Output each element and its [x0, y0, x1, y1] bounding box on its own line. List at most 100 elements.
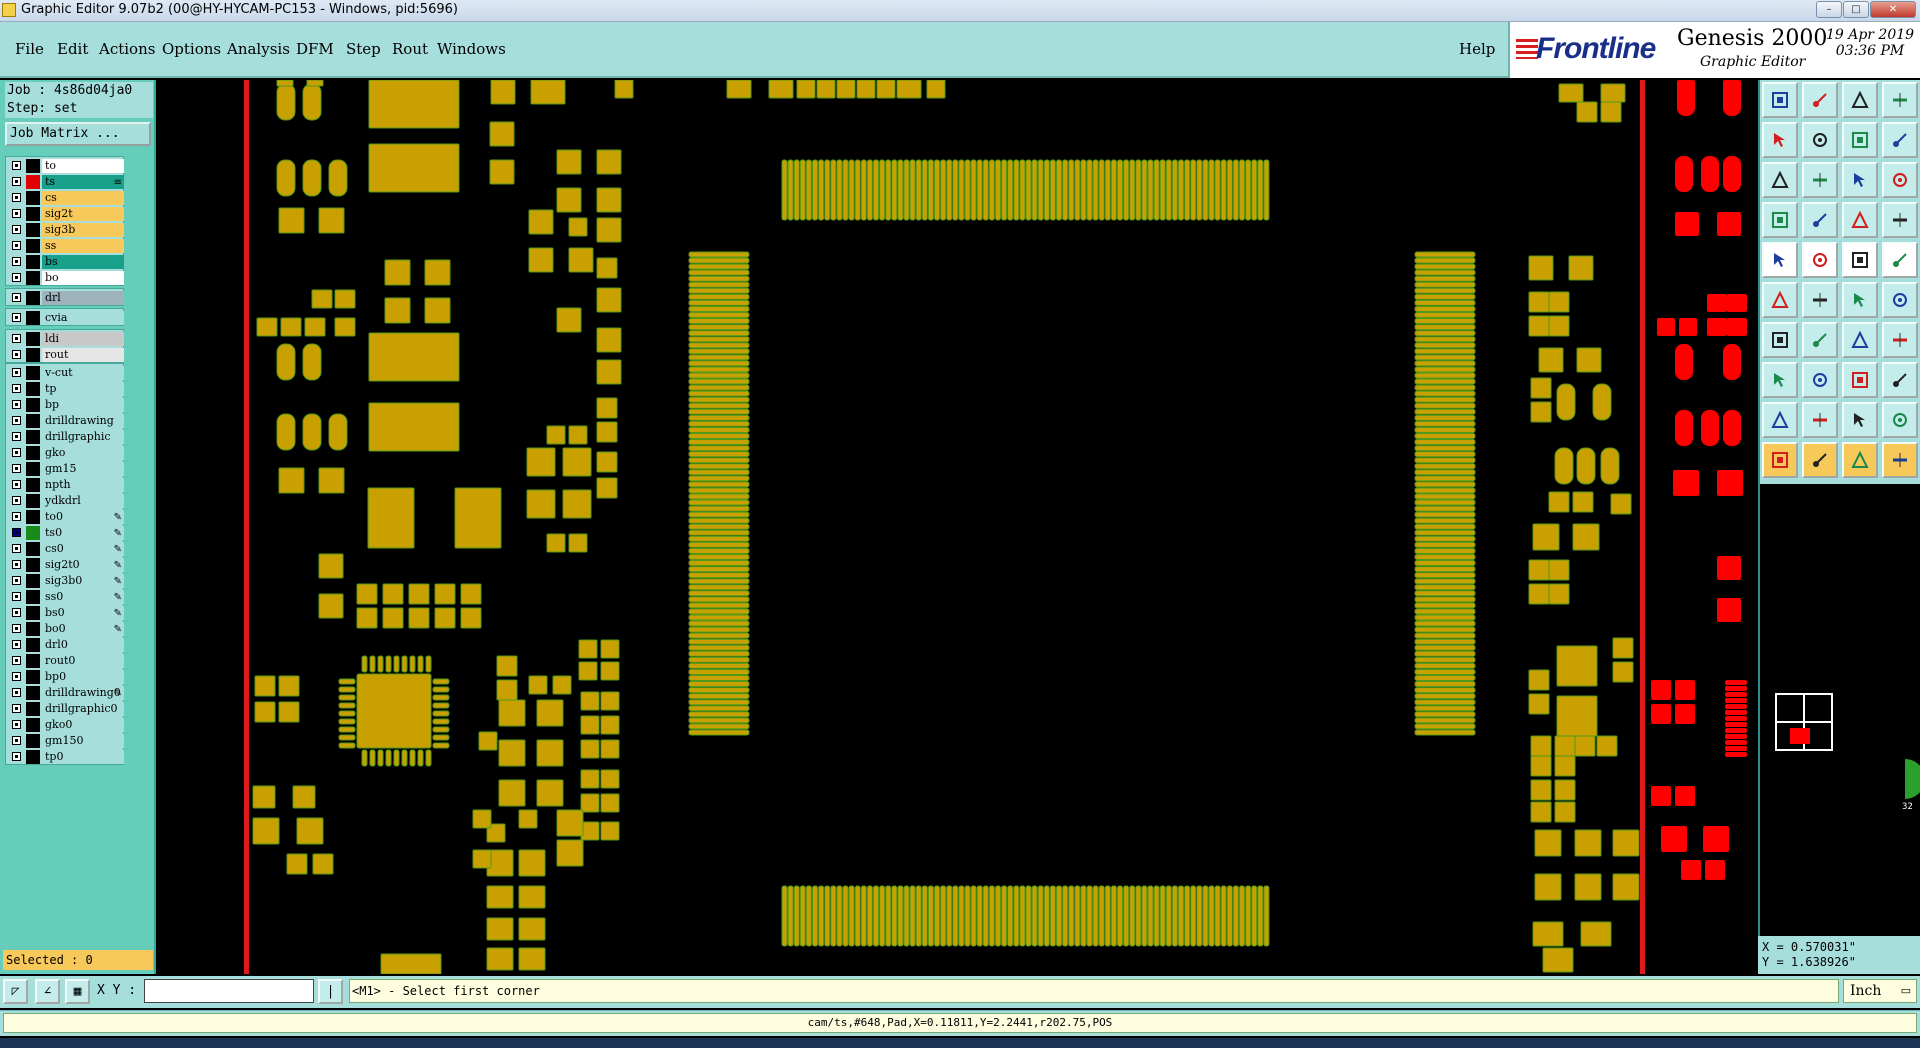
qfp-pin[interactable]: [873, 885, 879, 947]
qfp-pin[interactable]: [805, 885, 812, 947]
layer-row-ldi[interactable]: ldi: [6, 331, 125, 347]
qfp-pin[interactable]: [688, 263, 750, 270]
pad[interactable]: [768, 80, 794, 99]
pad[interactable]: [536, 739, 564, 767]
resize-icon[interactable]: [1842, 362, 1878, 398]
qfp-pin[interactable]: [688, 693, 750, 700]
layer-row-to[interactable]: to: [6, 158, 125, 174]
pan-right-icon[interactable]: [1802, 122, 1838, 158]
layer-checkbox[interactable]: [12, 704, 21, 713]
qfn-pin[interactable]: [361, 655, 368, 673]
pad[interactable]: [578, 639, 598, 659]
pad[interactable]: [600, 691, 620, 711]
split-icon[interactable]: [1882, 322, 1918, 358]
pad[interactable]: [312, 853, 334, 875]
layer-row-bo[interactable]: bo: [6, 270, 125, 286]
layer-name[interactable]: sig3b0 ✎: [42, 574, 124, 588]
qfp-pin[interactable]: [934, 885, 940, 947]
qfp-pin[interactable]: [1414, 372, 1476, 379]
qfp-pin[interactable]: [688, 650, 750, 657]
pad[interactable]: [424, 297, 451, 324]
pad[interactable]: [546, 533, 566, 553]
qfp-pin[interactable]: [1414, 693, 1476, 700]
layer-row-sig2t[interactable]: sig2t: [6, 206, 125, 222]
layer-name[interactable]: to0 ✎: [42, 510, 124, 524]
pad[interactable]: [556, 307, 582, 333]
qfp-pin[interactable]: [1414, 360, 1476, 367]
qfp-pin[interactable]: [1414, 608, 1476, 615]
qfp-pin[interactable]: [688, 487, 750, 494]
pad[interactable]: [1532, 523, 1560, 551]
layer-checkbox[interactable]: [12, 496, 21, 505]
pad[interactable]: [460, 607, 482, 629]
pad[interactable]: [276, 159, 296, 197]
qfp-pin[interactable]: [688, 451, 750, 458]
qfp-pin[interactable]: [1037, 159, 1044, 221]
qfp-pin[interactable]: [688, 426, 750, 433]
qfp-pin[interactable]: [995, 885, 1001, 947]
pad[interactable]: [498, 779, 526, 807]
maximize-icon[interactable]: □: [1843, 1, 1869, 18]
pad[interactable]: [528, 675, 548, 695]
qfp-pin[interactable]: [688, 445, 750, 452]
qfp-pin[interactable]: [1226, 885, 1233, 947]
pad[interactable]: [1548, 559, 1570, 581]
pad[interactable]: [302, 83, 322, 121]
qfp-pin[interactable]: [1165, 885, 1172, 947]
layer-color-swatch[interactable]: [26, 526, 40, 540]
pad[interactable]: [306, 80, 324, 87]
snap-mode-icon[interactable]: ◸: [3, 979, 28, 1004]
qfp-pin[interactable]: [688, 729, 750, 736]
qfp-pin[interactable]: [688, 511, 750, 518]
red-layer-pin[interactable]: [1725, 734, 1747, 739]
qfp-pin[interactable]: [812, 159, 818, 221]
qfp-pin[interactable]: [781, 159, 788, 221]
pad[interactable]: [1530, 377, 1552, 399]
qfp-pin[interactable]: [799, 159, 806, 221]
red-layer-pad[interactable]: [1657, 318, 1675, 336]
qfp-pin[interactable]: [1251, 159, 1258, 221]
qfp-pin[interactable]: [1104, 159, 1111, 221]
qfp-pin[interactable]: [976, 885, 983, 947]
qfp-pin[interactable]: [1414, 535, 1476, 542]
pad[interactable]: [1556, 645, 1598, 687]
pad[interactable]: [276, 83, 296, 121]
qfp-pin[interactable]: [1414, 281, 1476, 288]
qfp-pin[interactable]: [903, 885, 910, 947]
layer-row-drl0[interactable]: drl0: [6, 637, 125, 653]
layer-row-gko0[interactable]: gko0: [6, 717, 125, 733]
qfp-pin[interactable]: [1414, 675, 1476, 681]
pad[interactable]: [1528, 255, 1554, 281]
qfp-pin[interactable]: [1414, 596, 1476, 603]
layer-color-swatch[interactable]: [26, 622, 40, 636]
grid-icon[interactable]: [1882, 82, 1918, 118]
layer-color-swatch[interactable]: [26, 446, 40, 460]
layer-color-swatch[interactable]: [26, 462, 40, 476]
layer-name[interactable]: bo: [42, 271, 124, 285]
qfp-pin[interactable]: [688, 366, 750, 373]
layer-checkbox[interactable]: [12, 608, 21, 617]
qfp-pin[interactable]: [927, 159, 934, 221]
pad[interactable]: [408, 583, 430, 605]
pad[interactable]: [318, 553, 344, 579]
pad[interactable]: [1542, 947, 1574, 973]
layer-checkbox[interactable]: [12, 592, 21, 601]
qfp-pin[interactable]: [1086, 159, 1093, 221]
layer-color-swatch[interactable]: [26, 510, 40, 524]
pointer-route-icon[interactable]: [1882, 442, 1918, 478]
pad[interactable]: [478, 731, 498, 751]
pad[interactable]: [334, 317, 356, 337]
layer-name[interactable]: ts0 ✎: [42, 526, 124, 540]
pad[interactable]: [368, 332, 460, 382]
pad[interactable]: [1554, 779, 1576, 801]
pad[interactable]: [518, 885, 546, 909]
pad[interactable]: [536, 779, 564, 807]
pad[interactable]: [367, 487, 415, 549]
qfp-pin[interactable]: [781, 885, 788, 947]
qfp-pin[interactable]: [1013, 885, 1020, 947]
pad[interactable]: [1534, 873, 1562, 901]
red-layer-pin[interactable]: [1725, 728, 1747, 733]
qfp-pin[interactable]: [1414, 578, 1476, 585]
qfp-pin[interactable]: [970, 159, 977, 221]
qfp-pin[interactable]: [1414, 451, 1476, 458]
